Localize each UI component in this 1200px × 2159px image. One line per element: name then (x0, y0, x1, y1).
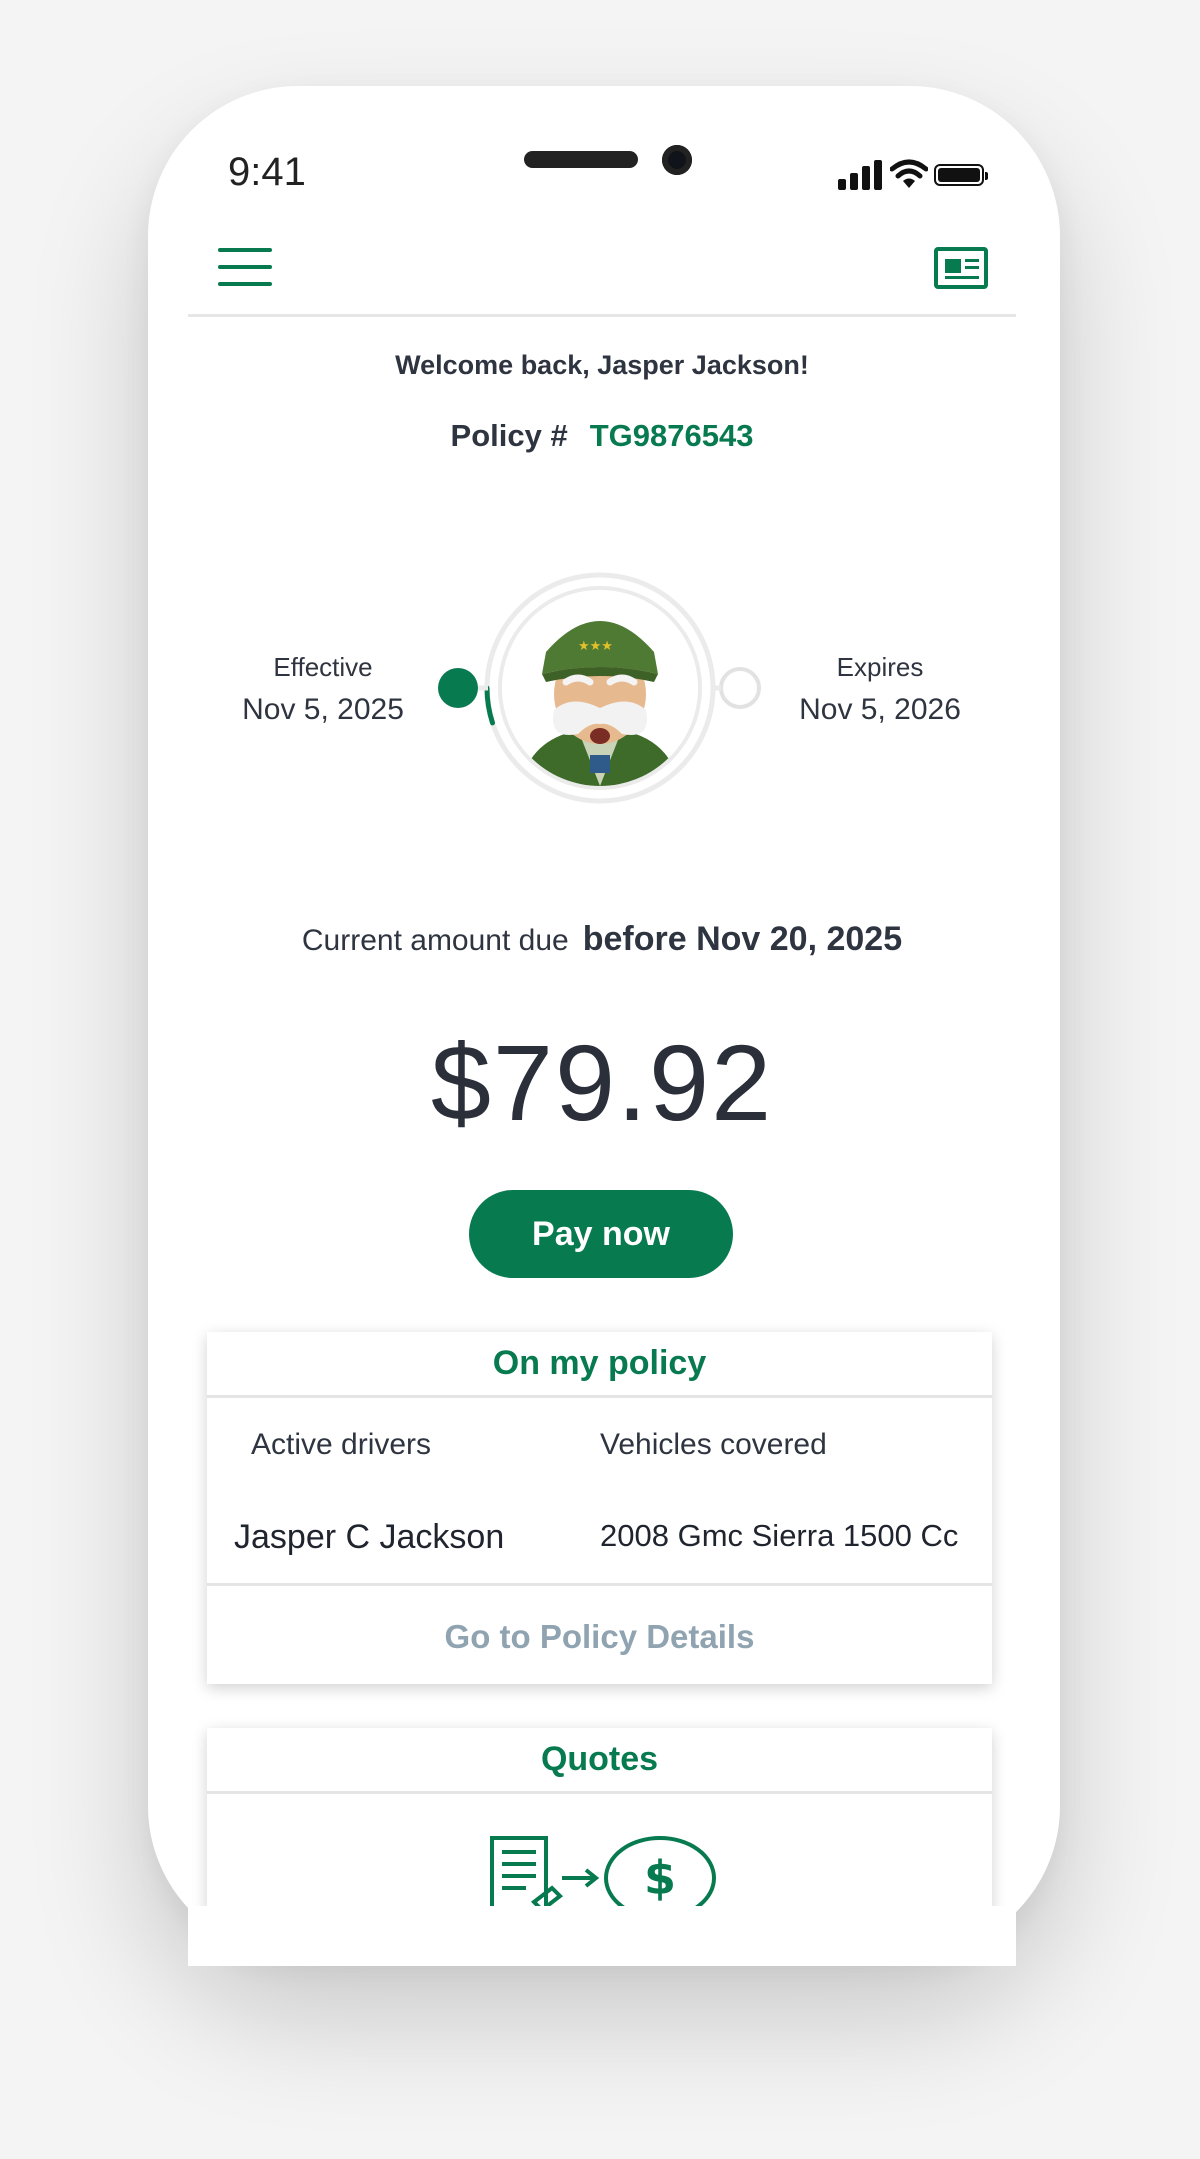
on-my-policy-title: On my policy (207, 1332, 992, 1398)
svg-text:$: $ (644, 1851, 676, 1905)
effective-date: Nov 5, 2025 (242, 693, 404, 726)
vehicles-covered-header: Vehicles covered (600, 1428, 827, 1461)
policy-details-link[interactable]: Go to Policy Details (207, 1618, 992, 1656)
battery-icon (934, 164, 988, 186)
due-date: before Nov 20, 2025 (582, 920, 903, 958)
amount-due-label: Current amount due (301, 924, 569, 957)
quotes-card: Quotes $ (207, 1728, 992, 1928)
cellular-signal-icon (838, 160, 886, 190)
policy-number[interactable]: TG9876543 (590, 418, 754, 453)
hamburger-menu-icon[interactable] (218, 248, 274, 288)
expires-marker (719, 667, 761, 709)
mascot-avatar: ★★★ (502, 590, 698, 786)
vehicle-name: 2008 Gmc Sierra 1500 Cc (600, 1518, 959, 1553)
amount-due-value: $79.92 (430, 1022, 774, 1143)
expires-label: Expires (836, 652, 924, 682)
effective-date-block: Effective Nov 5, 2025 (228, 652, 418, 727)
wifi-icon (890, 159, 928, 188)
effective-label: Effective (273, 652, 373, 682)
front-camera (662, 145, 692, 175)
active-drivers-header: Active drivers (251, 1428, 432, 1461)
status-time: 9:41 (228, 150, 306, 194)
term-progress-arc (484, 685, 496, 726)
header-divider (188, 314, 1016, 317)
expires-date-block: Expires Nov 5, 2026 (785, 652, 975, 727)
general-mascot-icon: ★★★ (502, 590, 698, 786)
policy-number-row: Policy # TG9876543 (188, 418, 1016, 454)
welcome-message: Welcome back, Jasper Jackson! (395, 350, 809, 380)
screen-bottom-bezel (188, 1906, 1016, 1966)
expires-date: Nov 5, 2026 (799, 693, 961, 726)
card-divider (207, 1583, 992, 1586)
on-my-policy-card: On my policy Active drivers Vehicles cov… (207, 1332, 992, 1684)
id-card-icon[interactable] (934, 247, 988, 289)
pay-now-button[interactable]: Pay now (469, 1190, 733, 1278)
svg-text:★★★: ★★★ (578, 639, 613, 654)
speaker-grille (524, 151, 638, 168)
quotes-title: Quotes (207, 1728, 992, 1794)
driver-name: Jasper C Jackson (234, 1518, 505, 1556)
amount-due-row: Current amount due before Nov 20, 2025 (188, 920, 1016, 959)
policy-number-label: Policy # (450, 418, 568, 453)
effective-marker (438, 668, 478, 708)
